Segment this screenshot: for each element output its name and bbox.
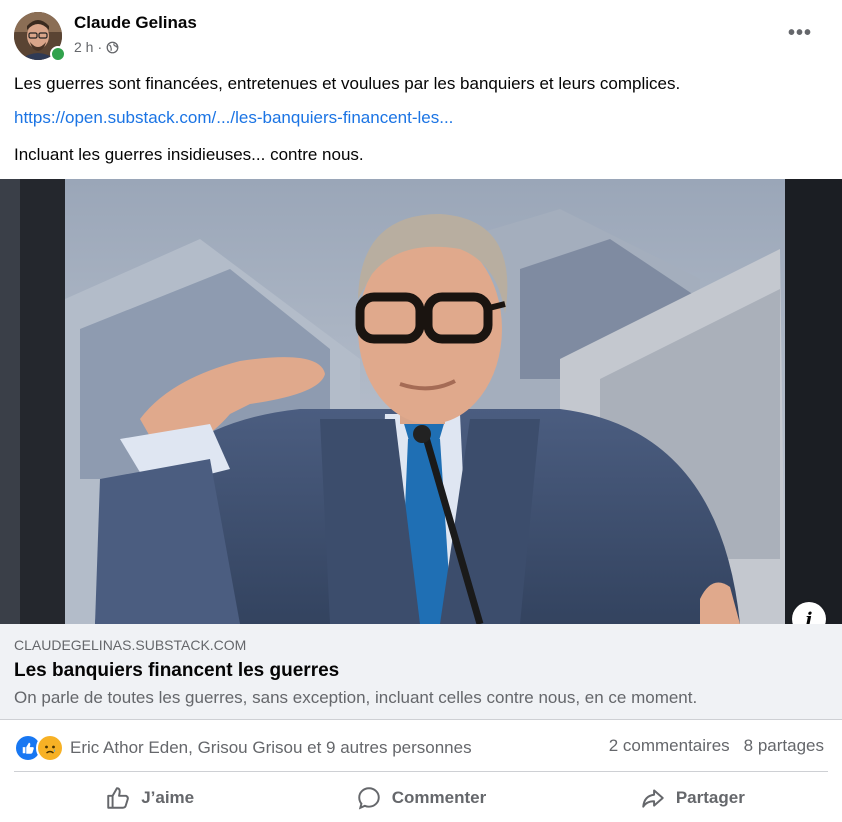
comments-count[interactable]: 2 commentaires bbox=[609, 736, 730, 756]
post-meta: 2 h · bbox=[74, 39, 119, 55]
link-preview-title: Les banquiers financent les guerres bbox=[14, 660, 340, 681]
post-header: Claude Gelinas 2 h · ••• bbox=[0, 0, 842, 70]
comment-label: Commenter bbox=[391, 788, 487, 807]
post-text-line2: Incluant les guerres insidieuses... cont… bbox=[14, 145, 364, 164]
like-button[interactable]: J’aime bbox=[14, 776, 285, 820]
reactors-text[interactable]: Eric Athor Eden, Grisou Grisou et 9 autr… bbox=[70, 738, 472, 758]
link-preview-domain: CLAUDEGELINAS.SUBSTACK.COM bbox=[14, 637, 247, 653]
meta-separator: · bbox=[97, 39, 103, 55]
globe-icon[interactable] bbox=[106, 41, 119, 54]
like-label: J’aime bbox=[141, 788, 195, 807]
share-arrow-icon bbox=[642, 789, 664, 808]
sad-reaction-icon bbox=[36, 734, 64, 762]
link-preview-card[interactable]: CLAUDEGELINAS.SUBSTACK.COM Les banquiers… bbox=[0, 624, 842, 720]
author-name[interactable]: Claude Gelinas bbox=[74, 13, 197, 33]
link-preview-description: On parle de toutes les guerres, sans exc… bbox=[14, 688, 698, 707]
share-label: Partager bbox=[675, 788, 745, 807]
thumbs-up-icon bbox=[107, 787, 130, 809]
post-text-line1: Les guerres sont financées, entretenues … bbox=[14, 74, 681, 93]
post-actions-bar: J’aime Commenter Partager bbox=[14, 776, 828, 820]
comment-bubble-icon bbox=[358, 787, 380, 810]
link-preview-image[interactable] bbox=[0, 179, 842, 624]
reactions-summary[interactable]: Eric Athor Eden, Grisou Grisou et 9 autr… bbox=[14, 734, 472, 762]
actions-divider bbox=[14, 771, 828, 772]
shares-count[interactable]: 8 partages bbox=[744, 736, 824, 756]
post-time[interactable]: 2 h bbox=[74, 39, 93, 55]
online-status-indicator bbox=[50, 46, 66, 62]
comment-button[interactable]: Commenter bbox=[285, 776, 556, 820]
engagement-counts: 2 commentaires 8 partages bbox=[609, 736, 824, 756]
post-link[interactable]: https://open.substack.com/.../les-banqui… bbox=[14, 108, 453, 128]
more-options-button[interactable]: ••• bbox=[788, 22, 812, 45]
share-button[interactable]: Partager bbox=[557, 776, 828, 820]
